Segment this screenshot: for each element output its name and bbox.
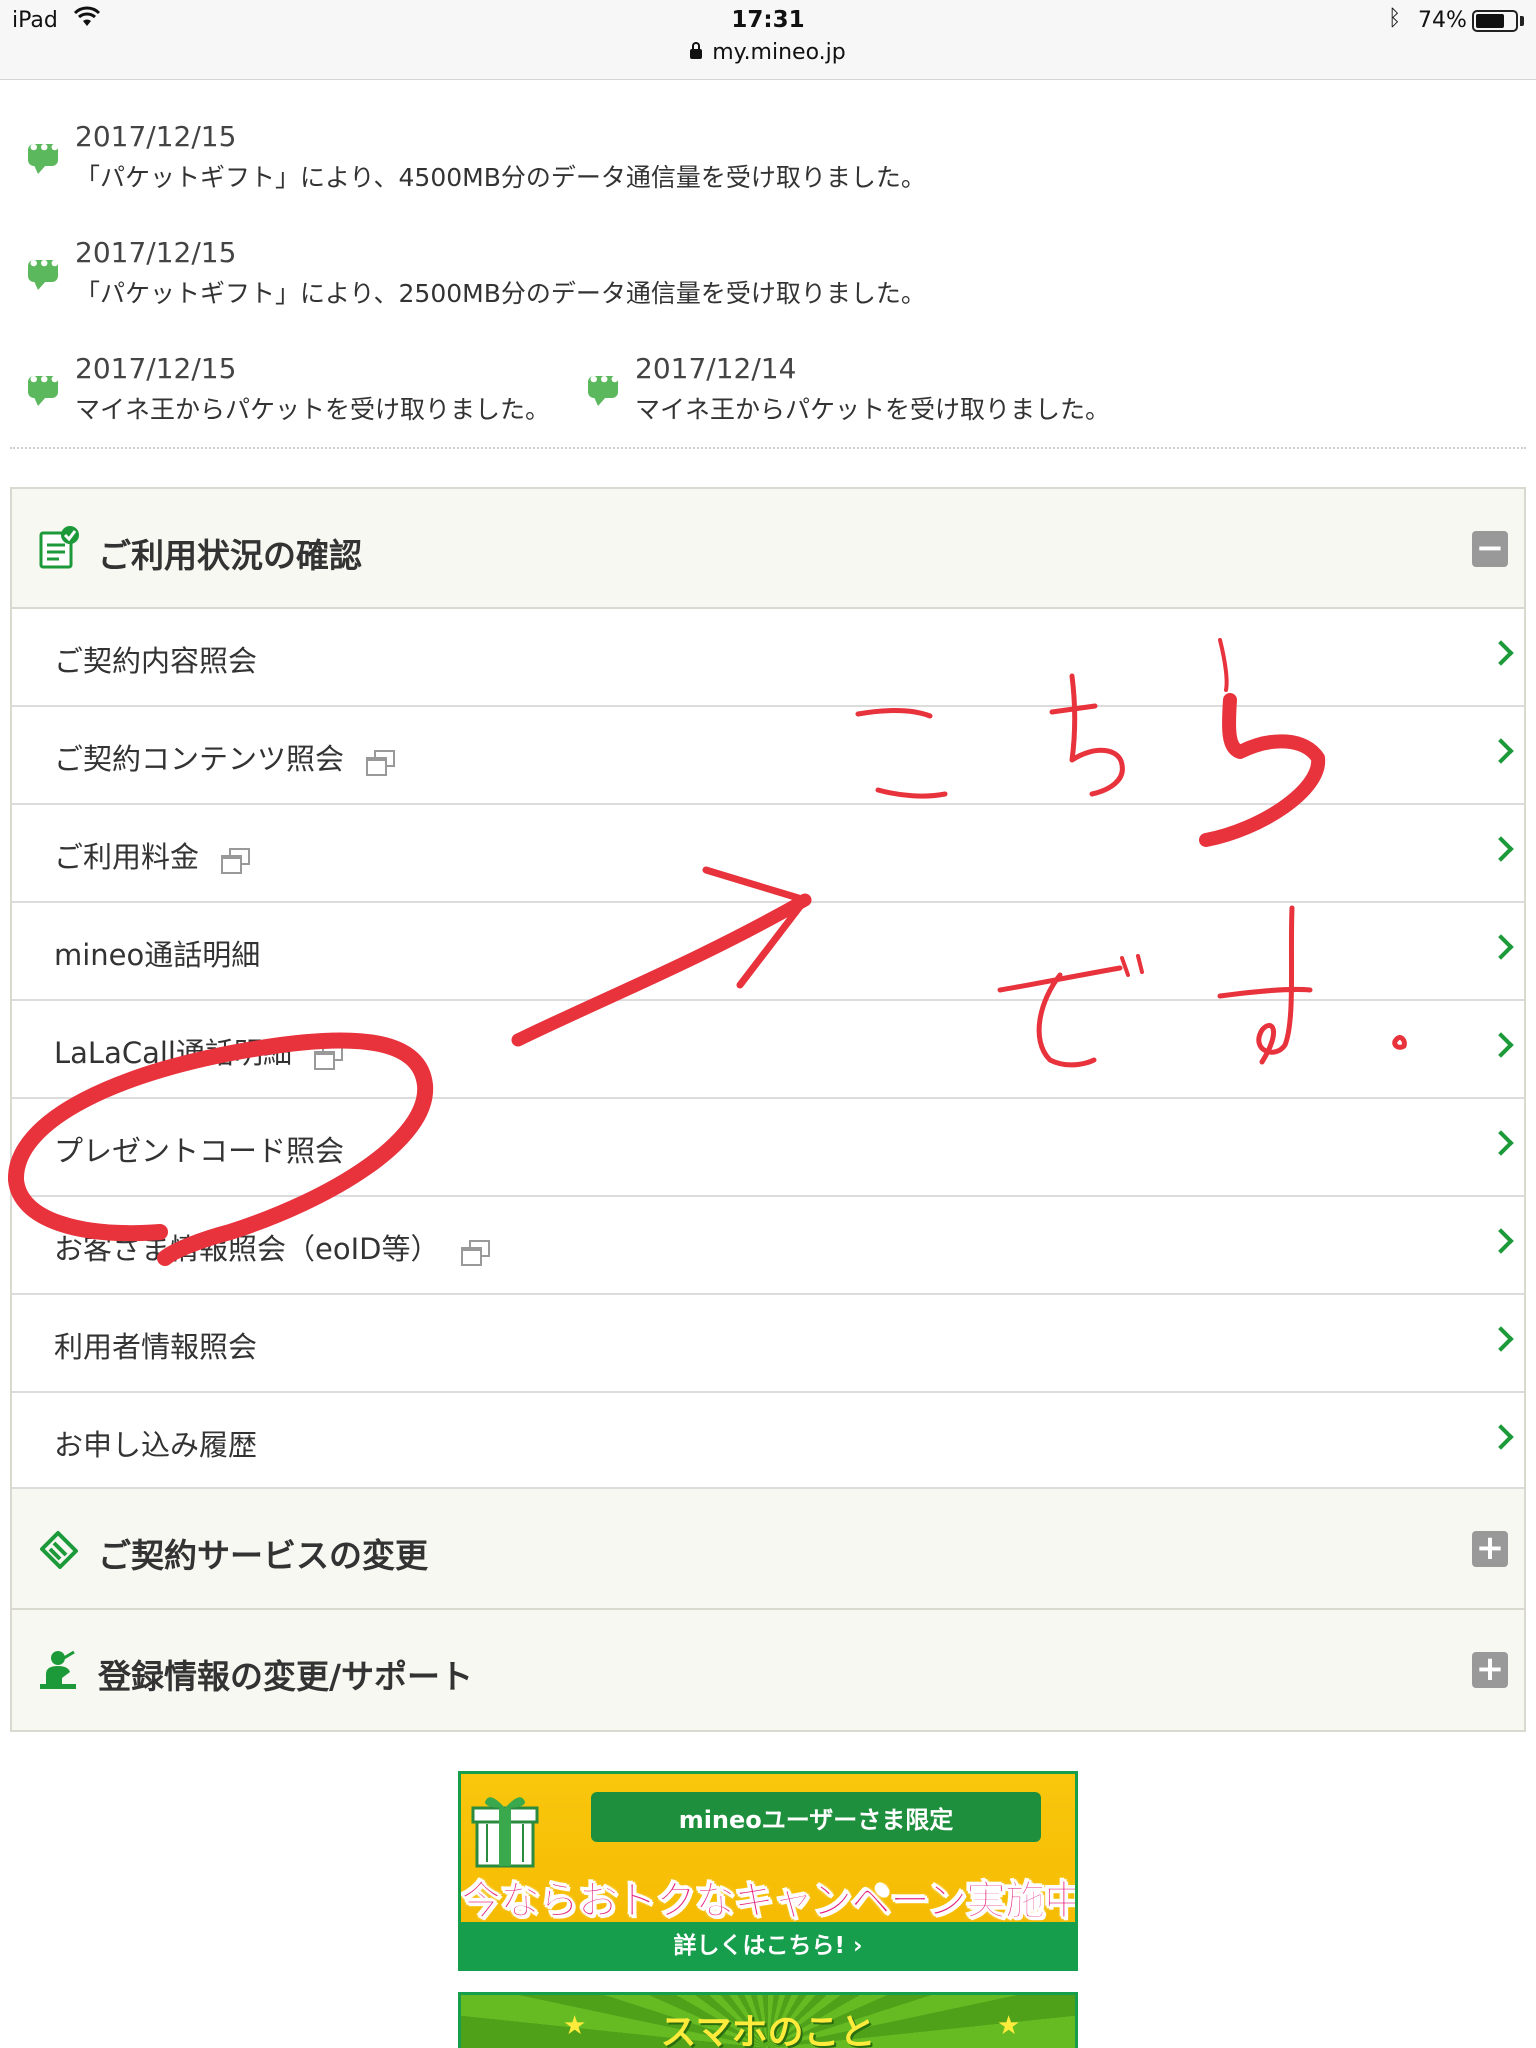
usage-section-title: ご利用状況の確認 [98, 536, 362, 575]
battery-tip [1520, 16, 1524, 26]
chevron-right-icon [1488, 1326, 1514, 1352]
new-window-icon [366, 750, 396, 776]
menu-item-label: ご契約コンテンツ照会 [54, 736, 396, 778]
chevron-right-icon [1488, 1130, 1514, 1156]
notice-date: 2017/12/15 [75, 352, 237, 385]
notice-date: 2017/12/15 [75, 120, 237, 153]
notice-text: マイネ王からパケットを受け取りました。 [75, 395, 551, 424]
speech-bubble-icon: ••• [28, 370, 61, 406]
menu-item-user-info[interactable]: 利用者情報照会 [12, 1295, 1524, 1393]
speech-bubble-icon: ••• [588, 370, 621, 406]
collapse-button[interactable]: − [1472, 531, 1508, 567]
clock: 17:31 [731, 7, 805, 33]
checklist-icon [38, 525, 82, 575]
menu-item-text: LaLaCall通話明細 [54, 1036, 292, 1070]
menu-item-label: プレゼントコード照会 [54, 1134, 345, 1168]
smartphone-banner[interactable]: ★ スマホのこと ★ [458, 1992, 1078, 2048]
mypage-menu-panel: ご利用状況の確認 − ご契約内容照会 ご契約コンテンツ照会 ご利用料金 mine… [10, 487, 1526, 1732]
menu-item-text: ご利用料金 [54, 840, 200, 874]
chevron-right-icon [1488, 738, 1514, 764]
menu-item-customer-info[interactable]: お客さま情報照会（eoID等） [12, 1197, 1524, 1295]
banner-link-text: 詳しくはこちら! › [673, 1933, 863, 1959]
menu-item-lalacall[interactable]: LaLaCall通話明細 [12, 1001, 1524, 1099]
person-icon [38, 1648, 78, 1694]
chevron-right-icon [1488, 1032, 1514, 1058]
notice-text: マイネ王からパケットを受け取りました。 [635, 395, 1111, 424]
chevron-right-icon [1488, 640, 1514, 666]
banner-ribbon-text: mineoユーザーさま限定 [678, 1806, 954, 1834]
menu-item-label: お申し込み履歴 [54, 1428, 258, 1462]
support-section-title: 登録情報の変更/サポート [98, 1657, 474, 1696]
new-window-icon [461, 1240, 491, 1266]
new-window-icon [221, 848, 251, 874]
gift-box-icon [471, 1788, 539, 1870]
menu-item-label: LaLaCall通話明細 [54, 1030, 343, 1072]
menu-item-label: mineo通話明細 [54, 938, 261, 972]
menu-item-contract[interactable]: ご契約内容照会 [12, 609, 1524, 707]
chevron-right-icon [1488, 934, 1514, 960]
url-text: my.mineo.jp [712, 40, 846, 65]
notice-text: 「パケットギフト」により、2500MB分のデータ通信量を受け取りました。 [75, 279, 926, 308]
chevron-right-icon [1488, 1424, 1514, 1450]
expand-button[interactable]: + [1472, 1652, 1508, 1688]
menu-item-label: お客さま情報照会（eoID等） [54, 1226, 491, 1268]
menu-item-label: ご利用料金 [54, 834, 251, 876]
speech-bubble-icon: ••• [28, 254, 61, 290]
support-section-header[interactable]: 登録情報の変更/サポート + [12, 1610, 1524, 1730]
chevron-right-icon [1488, 836, 1514, 862]
menu-item-charges[interactable]: ご利用料金 [12, 805, 1524, 903]
notice-date: 2017/12/14 [635, 352, 797, 385]
bluetooth-icon: ᛒ [1388, 6, 1402, 31]
address-bar[interactable]: my.mineo.jp [0, 40, 1536, 65]
divider [10, 447, 1526, 449]
menu-item-call-details[interactable]: mineo通話明細 [12, 903, 1524, 1001]
menu-item-contents[interactable]: ご契約コンテンツ照会 [12, 707, 1524, 805]
star-icon: ★ [997, 2011, 1021, 2041]
notice-date: 2017/12/15 [75, 236, 237, 269]
expand-button[interactable]: + [1472, 1531, 1508, 1567]
service-change-section-title: ご契約サービスの変更 [98, 1536, 428, 1575]
speech-bubble-icon: ••• [28, 138, 61, 174]
banner-headline: 今ならおトクなキャンペーン実施中! [461, 1878, 1078, 1925]
battery-icon [1472, 10, 1518, 32]
chevron-right-icon [1488, 1228, 1514, 1254]
menu-item-present-code[interactable]: プレゼントコード照会 [12, 1099, 1524, 1197]
usage-section-header[interactable]: ご利用状況の確認 − [12, 489, 1524, 609]
menu-item-application-history[interactable]: お申し込み履歴 [12, 1393, 1524, 1489]
battery-percent: 74% [1418, 8, 1467, 33]
banner-headline: スマホのこと [660, 2012, 876, 2048]
service-change-section-header[interactable]: ご契約サービスの変更 + [12, 1489, 1524, 1610]
menu-item-label: 利用者情報照会 [54, 1330, 258, 1364]
campaign-banner[interactable]: mineoユーザーさま限定 今ならおトクなキャンペーン実施中! 詳しくはこちら!… [458, 1771, 1078, 1971]
new-window-icon [314, 1044, 343, 1070]
lock-icon [690, 42, 703, 59]
status-bar: iPad 17:31 ᛒ 74% my.mineo.jp [0, 0, 1536, 80]
menu-item-text: お客さま情報照会（eoID等） [54, 1232, 440, 1266]
notice-text: 「パケットギフト」により、4500MB分のデータ通信量を受け取りました。 [75, 163, 926, 192]
pencil-icon [38, 1529, 80, 1573]
menu-item-text: ご契約コンテンツ照会 [54, 742, 345, 776]
menu-item-label: ご契約内容照会 [54, 644, 258, 678]
